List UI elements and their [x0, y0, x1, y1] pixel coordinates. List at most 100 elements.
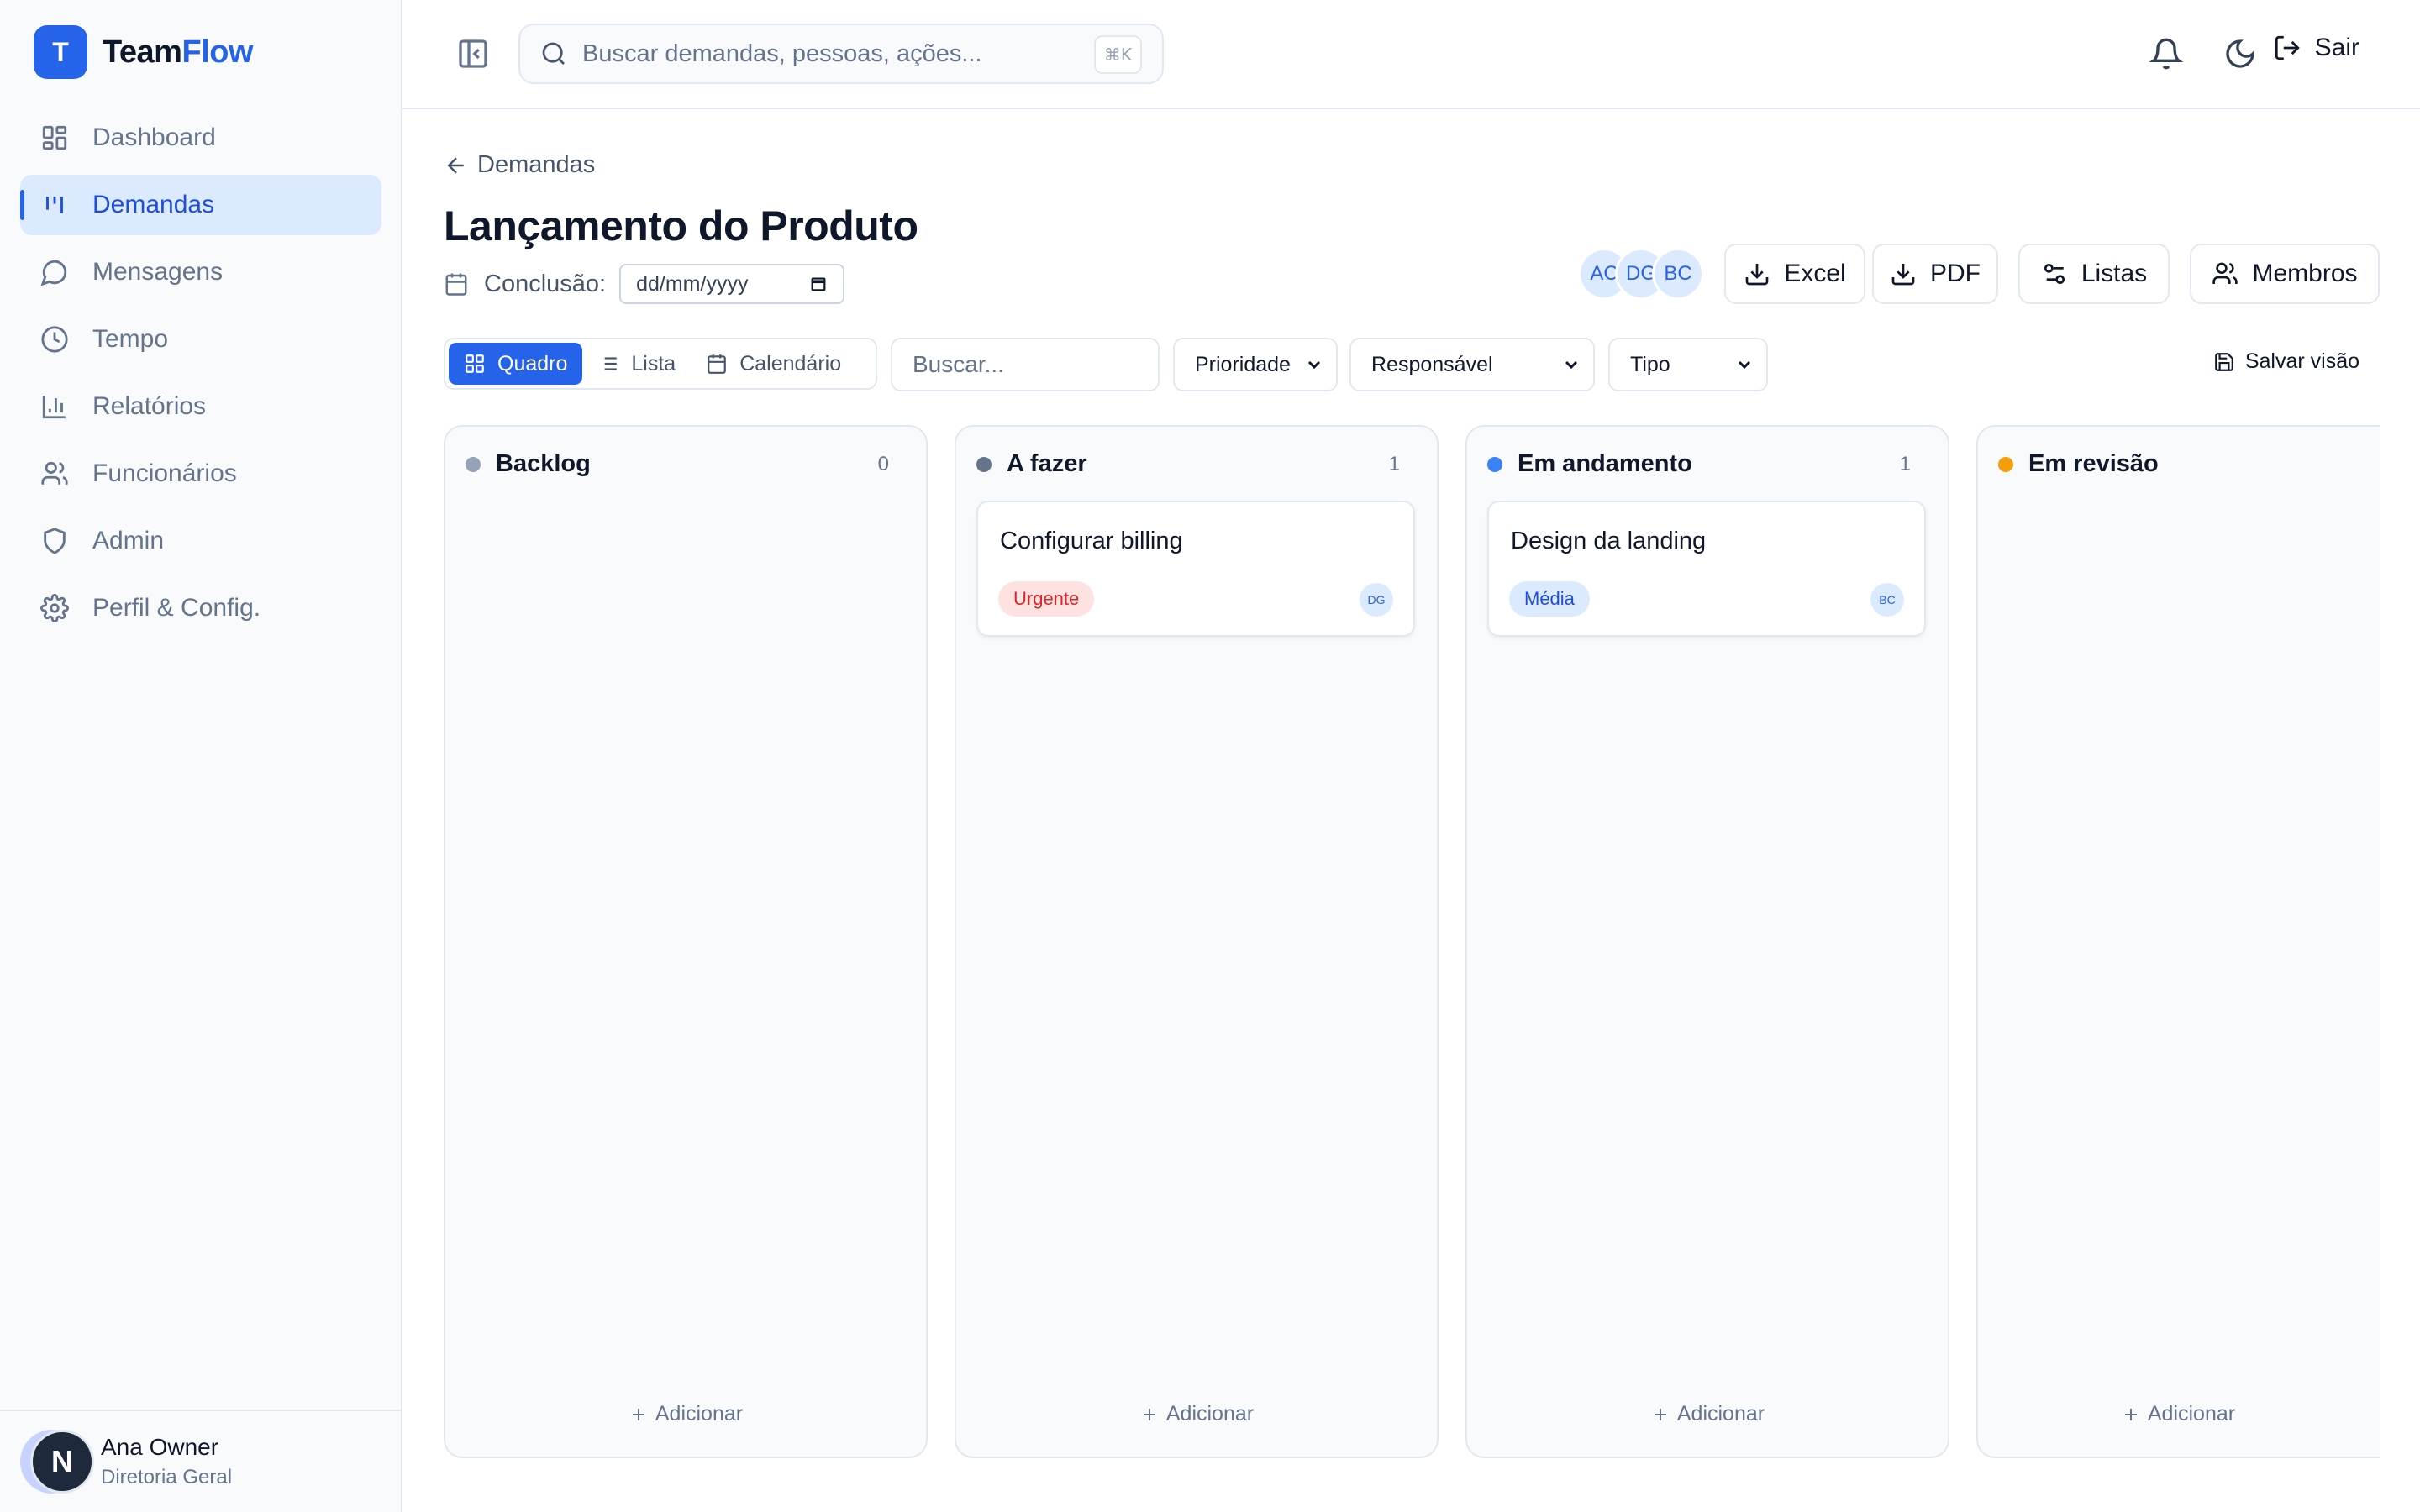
topbar: ⌘K Sair — [402, 0, 2420, 109]
column-todo: A fazer 1 Configurar billing Urgente DG … — [955, 425, 1439, 1458]
avatar[interactable]: N — [30, 1430, 94, 1494]
logout-button[interactable]: Sair — [2273, 34, 2360, 62]
message-circle-icon — [40, 260, 67, 286]
back-label: Demandas — [477, 151, 596, 178]
tab-list-label: Lista — [631, 351, 676, 375]
column-title: Em revisão — [2028, 450, 2159, 477]
plus-icon — [1654, 1408, 1666, 1420]
sidebar: T TeamFlow Dashboard Demandas Mensagens … — [0, 0, 402, 1512]
page-title: Lançamento do Produto — [444, 202, 918, 249]
sidebar-item-perfil[interactable]: Perfil & Config. — [20, 578, 381, 638]
assignee-select[interactable]: Responsável — [1349, 338, 1595, 391]
priority-select[interactable]: Prioridade — [1173, 338, 1338, 391]
member-avatars[interactable]: AC DG BC — [1578, 248, 1704, 300]
sidebar-item-label: Funcionários — [92, 459, 237, 487]
lists-label: Listas — [2081, 260, 2148, 287]
sidebar-toggle-icon[interactable] — [456, 37, 490, 71]
chevron-down-icon — [1565, 360, 1578, 370]
status-dot — [466, 456, 481, 472]
sidebar-item-relatorios[interactable]: Relatórios — [20, 376, 381, 437]
save-view-button[interactable]: Salvar visão — [2213, 349, 2360, 374]
column-title: A fazer — [1007, 450, 1087, 477]
user-name: Ana Owner — [101, 1434, 219, 1460]
sidebar-item-dashboard[interactable]: Dashboard — [20, 108, 381, 168]
export-excel-button[interactable]: Excel — [1724, 244, 1865, 304]
brand[interactable]: T TeamFlow — [34, 25, 253, 79]
add-card-button[interactable]: Adicionar — [956, 1402, 1437, 1426]
column-header: A fazer 1 — [976, 450, 1400, 478]
tab-board-label: Quadro — [497, 351, 568, 375]
avatar: DG — [1360, 583, 1393, 617]
sidebar-item-demandas[interactable]: Demandas — [20, 175, 381, 235]
task-card[interactable]: Configurar billing Urgente DG — [976, 501, 1415, 637]
moon-icon[interactable] — [2223, 37, 2257, 71]
sidebar-item-label: Mensagens — [92, 258, 224, 286]
global-search-input[interactable] — [582, 39, 1070, 68]
sidebar-item-tempo[interactable]: Tempo — [20, 309, 381, 370]
calendar-icon — [445, 273, 467, 296]
column-count: 1 — [1899, 452, 1911, 475]
tab-board[interactable]: Quadro — [449, 343, 583, 385]
plus-icon — [1143, 1408, 1155, 1420]
view-toggle: Quadro Lista Calendário — [444, 338, 877, 390]
type-select[interactable]: Tipo — [1608, 338, 1768, 391]
assignee-select-value: Responsável — [1371, 352, 1493, 376]
kanban-icon — [46, 197, 63, 213]
tab-calendar[interactable]: Calendário — [691, 343, 856, 385]
conclusion-label: Conclusão: — [484, 270, 607, 297]
sidebar-nav: Dashboard Demandas Mensagens Tempo Relat… — [20, 108, 381, 645]
user-profile[interactable]: N Ana Owner Diretoria Geral — [0, 1410, 402, 1512]
add-card-button[interactable]: Adicionar — [1978, 1402, 2378, 1426]
excel-label: Excel — [1784, 260, 1846, 287]
log-out-icon — [2275, 35, 2300, 60]
lists-button[interactable]: Listas — [2018, 244, 2170, 304]
sidebar-item-funcionarios[interactable]: Funcionários — [20, 444, 381, 504]
status-dot — [1998, 456, 2013, 472]
column-header: Em revisão — [1998, 450, 2380, 478]
column-title: Em andamento — [1518, 450, 1692, 477]
search-icon — [542, 42, 565, 65]
add-card-button[interactable]: Adicionar — [445, 1402, 926, 1426]
brand-name-part2: Flow — [182, 34, 253, 70]
sidebar-item-label: Demandas — [92, 191, 215, 218]
tab-list[interactable]: Lista — [582, 343, 691, 385]
sidebar-item-label: Admin — [92, 527, 165, 554]
plus-icon — [2124, 1408, 2137, 1420]
task-card[interactable]: Design da landing Média BC — [1487, 501, 1926, 637]
bar-chart-icon — [42, 396, 66, 419]
sidebar-item-label: Dashboard — [92, 123, 216, 151]
layout-dashboard-icon — [42, 125, 67, 150]
kanban-board: Backlog 0 Adicionar A fazer 1 Configurar… — [444, 425, 2380, 1458]
logout-label: Sair — [2314, 34, 2360, 61]
global-search[interactable]: ⌘K — [518, 24, 1164, 84]
board-search-input[interactable] — [891, 338, 1160, 391]
members-label: Membros — [2252, 260, 2358, 287]
members-button[interactable]: Membros — [2190, 244, 2380, 304]
status-dot — [1487, 456, 1502, 472]
users-icon — [41, 461, 68, 485]
sidebar-item-admin[interactable]: Admin — [20, 511, 381, 571]
save-icon — [2214, 352, 2233, 371]
card-title: Design da landing — [1511, 528, 1707, 554]
add-card-label: Adicionar — [1165, 1402, 1255, 1425]
priority-badge: Urgente — [998, 581, 1095, 617]
back-link[interactable]: Demandas — [444, 151, 595, 179]
export-pdf-button[interactable]: PDF — [1872, 244, 1998, 304]
add-card-label: Adicionar — [1676, 1402, 1765, 1425]
calendar-picker-icon[interactable] — [809, 275, 828, 293]
chevron-down-icon — [1738, 360, 1751, 370]
sidebar-item-mensagens[interactable]: Mensagens — [20, 242, 381, 302]
date-placeholder: dd/mm/yyyy — [636, 271, 749, 296]
brand-logo: T — [34, 25, 87, 79]
plus-icon — [632, 1408, 644, 1420]
column-header: Em andamento 1 — [1487, 450, 1911, 478]
conclusion-date-input[interactable]: dd/mm/yyyy — [619, 264, 845, 304]
save-view-label: Salvar visão — [2244, 349, 2360, 373]
clock-icon — [41, 326, 68, 353]
add-card-label: Adicionar — [655, 1402, 744, 1425]
sidebar-item-label: Tempo — [92, 325, 169, 353]
bell-icon[interactable] — [2149, 37, 2183, 71]
add-card-button[interactable]: Adicionar — [1467, 1402, 1948, 1426]
column-count: 0 — [877, 452, 889, 475]
column-backlog: Backlog 0 Adicionar — [444, 425, 928, 1458]
